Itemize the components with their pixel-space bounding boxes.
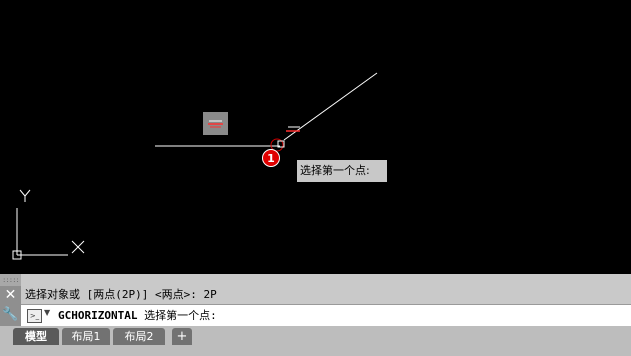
add-layout-button[interactable]: + (172, 328, 192, 345)
command-line-panel: ::::: ✕ 🔧 选择对象或 [两点(2P)] <两点>: 2P >_ ▼ G… (0, 274, 631, 326)
command-input[interactable]: GCHORIZONTAL 选择第一个点: (58, 305, 217, 326)
ucs-y-axis-label (19, 189, 31, 202)
step-badge: 1 (262, 149, 280, 167)
ucs-icon (12, 189, 85, 260)
command-prompt-text: 选择第一个点: (137, 309, 217, 322)
current-command: GCHORIZONTAL (58, 309, 138, 322)
close-button[interactable]: ✕ (0, 286, 21, 304)
ucs-x-axis-label (71, 240, 85, 254)
horizontal-constraint-icon (203, 112, 228, 135)
tab-layout2[interactable]: 布局2 (113, 328, 165, 345)
horizontal-constraint-marker (286, 126, 300, 132)
command-history-line: 选择对象或 [两点(2P)] <两点>: 2P (25, 288, 217, 301)
angled-line-entity[interactable] (283, 72, 378, 141)
tab-model[interactable]: 模型 (13, 328, 59, 345)
drawing-canvas[interactable] (0, 0, 631, 274)
command-input-row[interactable]: >_ ▼ GCHORIZONTAL 选择第一个点: (21, 304, 631, 326)
chevron-down-icon[interactable]: ▼ (44, 308, 50, 317)
layout-tabs-bar: 模型 布局1 布局2 + (0, 326, 631, 356)
cursor-tooltip: 选择第一个点: (297, 160, 387, 182)
customize-wrench-icon[interactable]: 🔧 (0, 304, 21, 326)
command-prompt-icon[interactable]: >_ (27, 309, 42, 323)
drag-grip-handle[interactable]: ::::: (0, 274, 21, 286)
tab-layout1[interactable]: 布局1 (62, 328, 110, 345)
